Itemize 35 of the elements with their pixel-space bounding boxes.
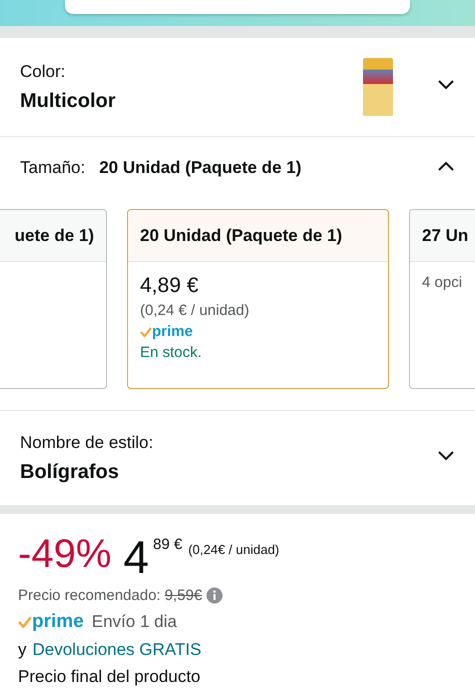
price-fraction: 89 € [152,536,182,553]
prime-logo: prime [32,611,84,633]
shipping-info: Envío 1 dia [92,612,177,632]
unit-price: (0,24 € / unidad) [140,302,250,319]
option-value: Multicolor [20,90,117,112]
chevron-up-icon[interactable] [437,160,455,172]
info-icon[interactable] [206,587,224,604]
option-label: Nombre de estilo: [20,432,154,452]
final-price-note: Precio final del producto [18,667,202,687]
checkmark-icon [140,326,152,336]
options-count: 4 opci [422,274,464,291]
option-value: Bolígrafos [20,460,120,484]
conjunction-text: y [18,640,26,660]
checkmark-icon [18,616,32,628]
list-price: 9,59€ [164,587,202,604]
chevron-down-icon[interactable] [437,79,455,91]
unit-price: (0,24€ / unidad) [188,542,280,557]
chevron-down-icon[interactable] [437,450,455,462]
option-label: Color: [20,62,66,82]
option-label: Tamaño: [20,158,86,178]
size-card[interactable]: 27 Un 4 opci [409,209,475,389]
returns-link[interactable]: Devoluciones GRATIS [32,640,202,660]
size-card[interactable]: uete de 1) [0,209,107,389]
size-title: uete de 1) [14,226,94,246]
discount-percentage: -49% [18,534,112,574]
size-title: 20 Unidad (Paquete de 1) [140,226,342,246]
size-title: 27 Un [422,226,468,246]
list-price-label: Precio recomendado: [18,587,161,604]
card-price: 4,89 € [140,274,200,298]
stock-status: En stock. [140,344,203,361]
product-thumbnail[interactable] [363,58,393,116]
prime-logo: prime [152,323,193,340]
size-card[interactable]: 20 Unidad (Paquete de 1) 4,89 € (0,24 € / unidad) prime En stock. [127,209,389,389]
option-value: 20 Unidad (Paquete de 1) [99,158,302,178]
price-whole: 4 [123,534,149,580]
